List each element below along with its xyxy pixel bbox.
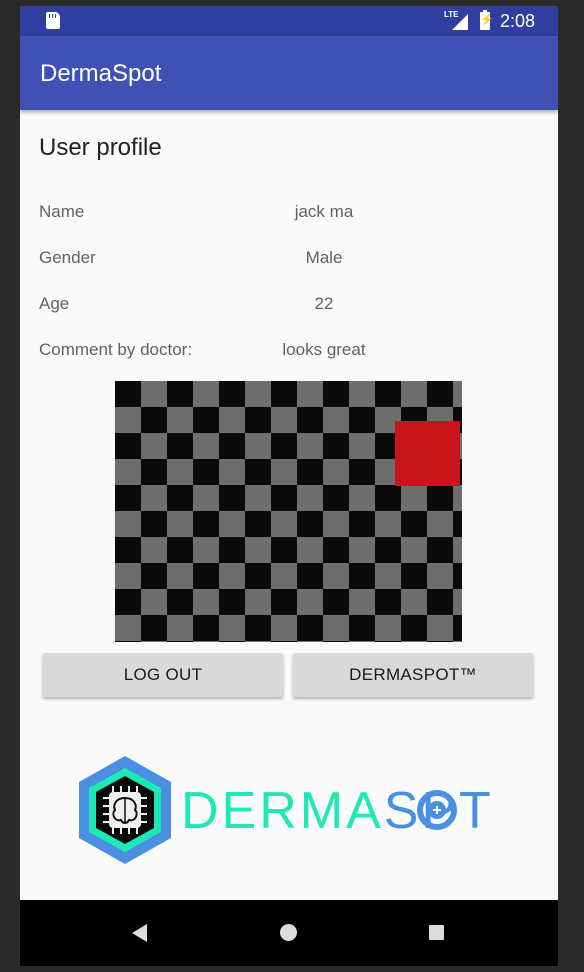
dermaspot-logo: DERMASP T [79, 756, 491, 864]
logo-text-derma: DERMA [181, 782, 384, 840]
field-value: 22 [314, 294, 334, 313]
battery-charging-icon [480, 10, 490, 30]
device-frame: LTE 2:08 DermaSpot User profile Name jac… [0, 0, 584, 972]
sd-card-icon [46, 12, 60, 29]
field-label: Name [39, 202, 85, 221]
profile-row-name: Name jack ma [39, 202, 539, 232]
profile-row-gender: Gender Male [39, 248, 539, 278]
recent-apps-icon[interactable] [429, 925, 444, 940]
profile-content: User profile Name jack ma Gender Male Ag… [20, 110, 558, 900]
dermaspot-button[interactable]: DERMASPOT™ [293, 653, 533, 697]
status-bar: LTE 2:08 [20, 6, 558, 36]
field-label: Age [39, 294, 70, 313]
field-value: jack ma [294, 202, 354, 221]
logo-text-t: T [459, 782, 491, 840]
app-bar: DermaSpot [20, 36, 558, 110]
field-label: Gender [39, 248, 96, 267]
status-time: 2:08 [500, 11, 536, 31]
app-title: DermaSpot [40, 60, 162, 87]
home-icon[interactable] [280, 924, 297, 941]
screen: LTE 2:08 DermaSpot User profile Name jac… [20, 6, 558, 966]
logout-button[interactable]: LOG OUT [43, 653, 283, 697]
field-value: Male [305, 248, 343, 267]
page-title: User profile [39, 134, 162, 161]
nav-bar [20, 900, 558, 966]
field-label: Comment by doctor: [39, 340, 193, 359]
field-value: looks great [282, 340, 366, 359]
profile-row-age: Age 22 [39, 294, 539, 324]
signal-icon [452, 14, 468, 30]
back-icon[interactable] [132, 924, 147, 942]
spot-marker [395, 421, 460, 486]
skin-photo [115, 381, 462, 642]
profile-row-comment: Comment by doctor: looks great [39, 340, 539, 370]
